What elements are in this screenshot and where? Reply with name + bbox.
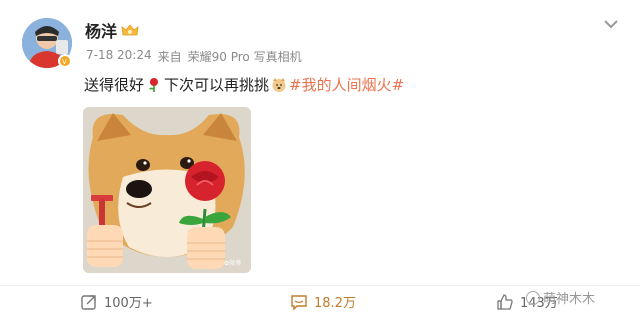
svg-text:V: V (62, 58, 67, 65)
divider (0, 285, 640, 286)
post-text-part1: 送得很好 (84, 76, 145, 94)
topic-hashtag-link[interactable]: #我的人间烟火# (289, 74, 404, 95)
share-button[interactable]: 100万+ (80, 292, 153, 311)
comment-count: 18.2万 (314, 296, 356, 311)
overlay-watermark: 萌神木木 (526, 288, 595, 307)
comment-button[interactable]: 18.2万 (290, 292, 356, 311)
share-icon (80, 293, 98, 311)
overlay-watermark-text: 萌神木木 (543, 292, 596, 307)
device-source: 荣耀90 Pro 写真相机 (187, 50, 302, 64)
source-prefix: 来自 (157, 50, 182, 64)
thumbs-up-icon (496, 293, 514, 311)
post-text-part2: 下次可以再挑挑 (164, 76, 270, 94)
post-meta: 7-18 20:24 来自 荣耀90 Pro 写真相机 (86, 48, 302, 65)
image-watermark: ✿微博 (223, 260, 241, 267)
post-image[interactable]: ✿微博 (83, 107, 251, 273)
post-text: 送得很好 下次可以再挑挑 #我的人间烟火# (84, 74, 404, 95)
username-row: 杨洋 (85, 18, 139, 42)
username[interactable]: 杨洋 (85, 18, 117, 42)
verified-badge-icon: V (58, 54, 72, 68)
vip-crown-icon (121, 23, 139, 37)
comment-icon (290, 293, 308, 311)
watermark-logo-icon (526, 290, 540, 305)
rose-icon (146, 77, 162, 93)
chevron-down-icon[interactable] (600, 16, 622, 32)
share-count: 100万+ (104, 296, 153, 311)
post-time[interactable]: 7-18 20:24 (86, 48, 152, 65)
doge-icon (271, 77, 287, 93)
